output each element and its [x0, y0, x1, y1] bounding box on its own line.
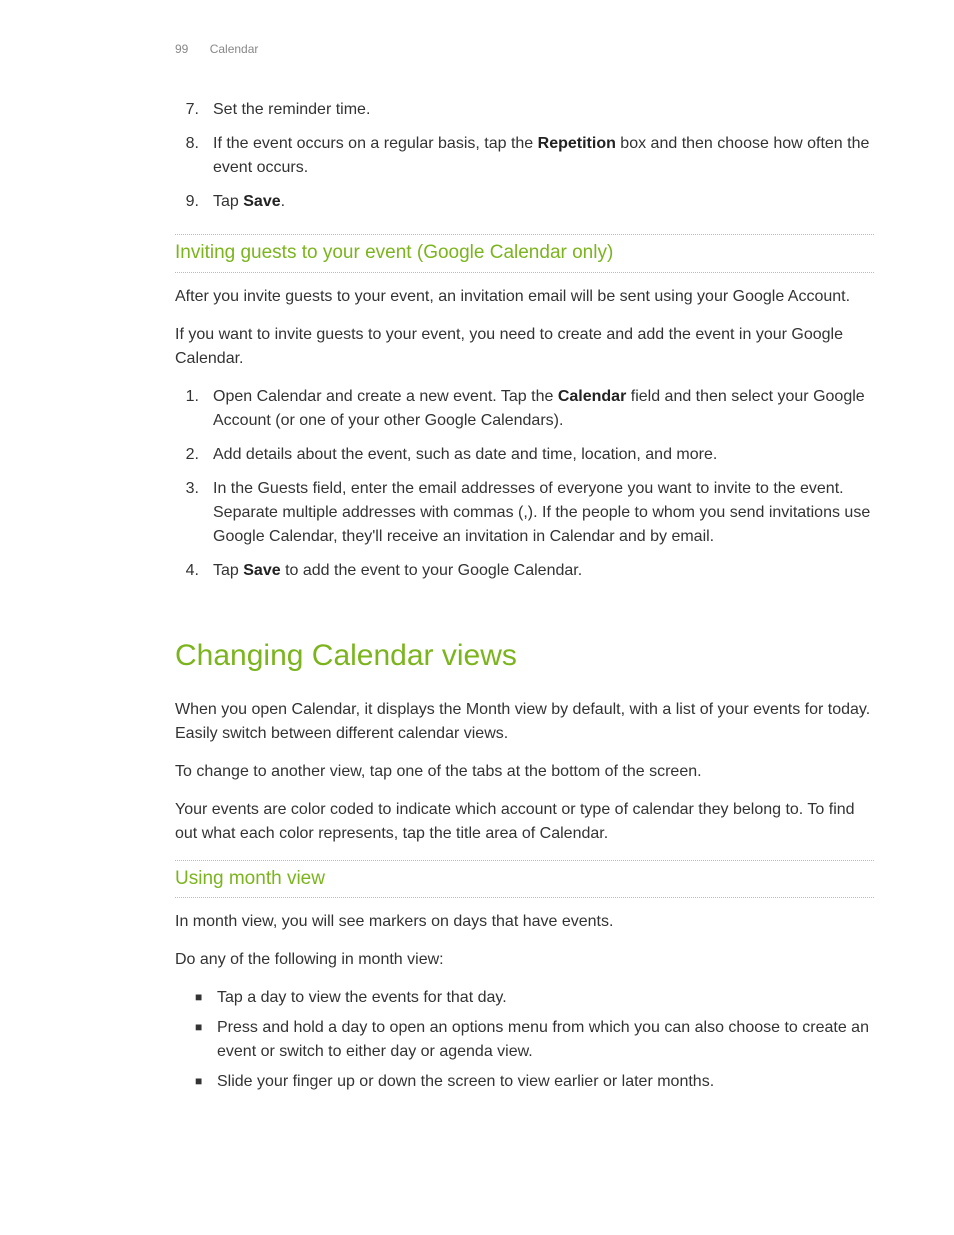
bullet-icon: ■ [195, 1070, 211, 1094]
bullet-icon: ■ [195, 986, 211, 1010]
list-number: 7. [175, 98, 199, 122]
paragraph: In month view, you will see markers on d… [175, 910, 874, 934]
paragraph: Do any of the following in month view: [175, 948, 874, 972]
list-text: Tap a day to view the events for that da… [217, 986, 874, 1010]
list-item: 8. If the event occurs on a regular basi… [175, 132, 874, 180]
list-item: 1. Open Calendar and create a new event.… [175, 385, 874, 433]
list-item: 3. In the Guests field, enter the email … [175, 477, 874, 549]
paragraph: If you want to invite guests to your eve… [175, 323, 874, 371]
section-name: Calendar [210, 42, 259, 56]
list-item: ■ Press and hold a day to open an option… [195, 1016, 874, 1064]
paragraph: When you open Calendar, it displays the … [175, 698, 874, 746]
paragraph: To change to another view, tap one of th… [175, 760, 874, 784]
page-number: 99 [175, 42, 188, 56]
subsection-heading-month-view: Using month view [175, 860, 874, 899]
list-text: Add details about the event, such as dat… [213, 443, 874, 467]
list-text: Tap Save. [213, 190, 874, 214]
list-number: 1. [175, 385, 199, 433]
inviting-list: 1. Open Calendar and create a new event.… [175, 385, 874, 583]
list-item: 4. Tap Save to add the event to your Goo… [175, 559, 874, 583]
list-text: Open Calendar and create a new event. Ta… [213, 385, 874, 433]
page-content: 7. Set the reminder time. 8. If the even… [175, 98, 874, 1094]
paragraph: Your events are color coded to indicate … [175, 798, 874, 846]
list-item: 7. Set the reminder time. [175, 98, 874, 122]
list-number: 3. [175, 477, 199, 549]
bullet-icon: ■ [195, 1016, 211, 1064]
subsection-heading-inviting: Inviting guests to your event (Google Ca… [175, 234, 874, 273]
list-item: 2. Add details about the event, such as … [175, 443, 874, 467]
list-item: ■ Slide your finger up or down the scree… [195, 1070, 874, 1094]
main-heading-changing-views: Changing Calendar views [175, 633, 874, 678]
page-container: 99 Calendar 7. Set the reminder time. 8.… [0, 0, 954, 1140]
top-ordered-list: 7. Set the reminder time. 8. If the even… [175, 98, 874, 214]
list-text: In the Guests field, enter the email add… [213, 477, 874, 549]
list-text: If the event occurs on a regular basis, … [213, 132, 874, 180]
list-item: 9. Tap Save. [175, 190, 874, 214]
list-number: 4. [175, 559, 199, 583]
list-item: ■ Tap a day to view the events for that … [195, 986, 874, 1010]
list-text: Tap Save to add the event to your Google… [213, 559, 874, 583]
list-number: 2. [175, 443, 199, 467]
paragraph: After you invite guests to your event, a… [175, 285, 874, 309]
month-view-bullets: ■ Tap a day to view the events for that … [175, 986, 874, 1094]
list-text: Set the reminder time. [213, 98, 874, 122]
list-text: Slide your finger up or down the screen … [217, 1070, 874, 1094]
list-number: 8. [175, 132, 199, 180]
list-text: Press and hold a day to open an options … [217, 1016, 874, 1064]
list-number: 9. [175, 190, 199, 214]
page-header: 99 Calendar [175, 40, 874, 58]
